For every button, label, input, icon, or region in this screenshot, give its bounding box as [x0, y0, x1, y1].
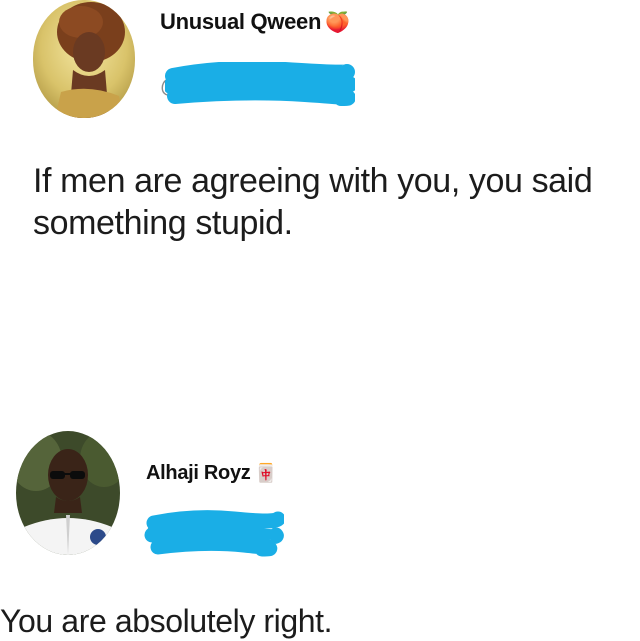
avatar[interactable]	[33, 0, 135, 118]
tweet-text: You are absolutely right.	[0, 603, 333, 639]
mahjong-emoji-icon: 🀄	[254, 463, 277, 483]
peach-emoji-icon: 🍑	[325, 11, 350, 34]
tweet-text: If men are agreeing with you, you said s…	[33, 162, 593, 242]
display-name-row: Alhaji Royz 🀄	[146, 462, 277, 485]
display-name[interactable]: Alhaji Royz	[146, 462, 251, 485]
profile-photo-woman-icon	[33, 0, 135, 118]
profile-photo-man-sunglasses-icon	[16, 431, 120, 555]
display-name[interactable]: Unusual Qween	[160, 9, 321, 35]
tweet-card: Alhaji Royz 🀄 @ You are absolutely right…	[0, 425, 640, 640]
handle-redaction-scribble	[144, 510, 284, 557]
avatar[interactable]	[16, 431, 120, 555]
tweet-card: Unusual Qween 🍑 @ If men are agreeing wi…	[0, 0, 640, 300]
display-name-row: Unusual Qween 🍑	[160, 9, 350, 35]
handle-redaction-scribble	[165, 62, 355, 106]
